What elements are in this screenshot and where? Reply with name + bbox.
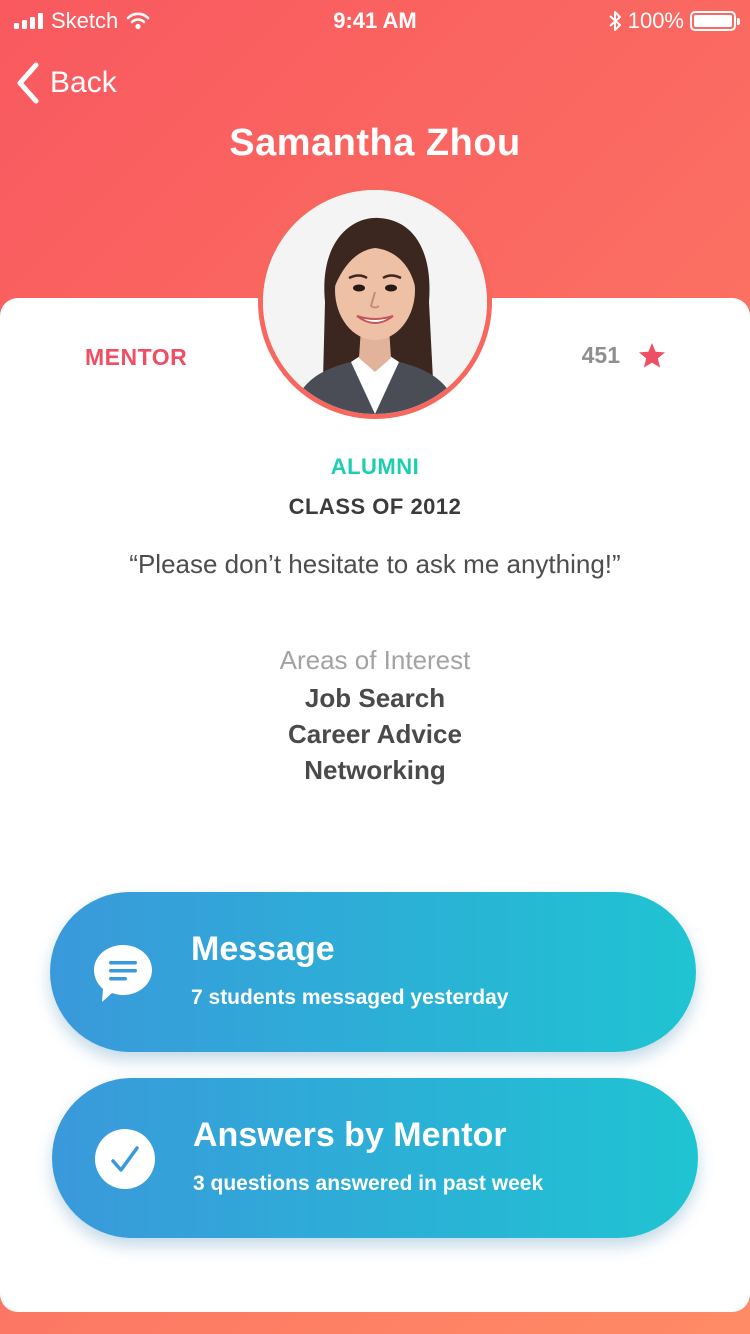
interests-heading: Areas of Interest bbox=[279, 645, 471, 675]
rating: 451 bbox=[582, 342, 666, 369]
group-label: ALUMNI bbox=[330, 454, 420, 479]
role-label: MENTOR bbox=[85, 344, 188, 370]
answers-button[interactable]: Answers by Mentor 3 questions answered i… bbox=[52, 1078, 698, 1238]
portrait-illustration bbox=[263, 190, 487, 414]
status-bar: Sketch 9:41 AM 100% bbox=[0, 0, 750, 40]
interests-list: Job Search Career Advice Networking bbox=[0, 680, 750, 788]
bluetooth-icon bbox=[609, 11, 621, 31]
battery-icon bbox=[690, 11, 740, 31]
interest-item: Career Advice bbox=[288, 719, 462, 749]
answers-subtitle: 3 questions answered in past week bbox=[193, 1172, 544, 1195]
chevron-left-icon bbox=[17, 62, 39, 104]
rating-count: 451 bbox=[581, 342, 620, 368]
checkmark-icon bbox=[95, 1129, 155, 1189]
interest-item: Job Search bbox=[304, 683, 446, 713]
chat-bubble-icon bbox=[94, 945, 152, 1002]
battery-group: 100% bbox=[608, 8, 740, 34]
interest-item: Networking bbox=[304, 755, 446, 785]
back-label: Back bbox=[50, 66, 117, 99]
message-subtitle: 7 students messaged yesterday bbox=[191, 986, 509, 1009]
page-title: Samantha Zhou bbox=[229, 122, 521, 164]
message-title: Message bbox=[191, 930, 335, 968]
profile-quote: “Please don’t hesitate to ask me anythin… bbox=[129, 549, 621, 579]
avatar bbox=[258, 185, 492, 419]
message-button[interactable]: Message 7 students messaged yesterday bbox=[50, 892, 696, 1052]
star-icon bbox=[639, 343, 665, 368]
profile-photo bbox=[263, 190, 487, 414]
answers-title: Answers by Mentor bbox=[193, 1116, 507, 1154]
back-button[interactable]: Back bbox=[16, 62, 117, 104]
class-year: CLASS OF 2012 bbox=[288, 494, 462, 519]
battery-percent: 100% bbox=[627, 8, 684, 33]
